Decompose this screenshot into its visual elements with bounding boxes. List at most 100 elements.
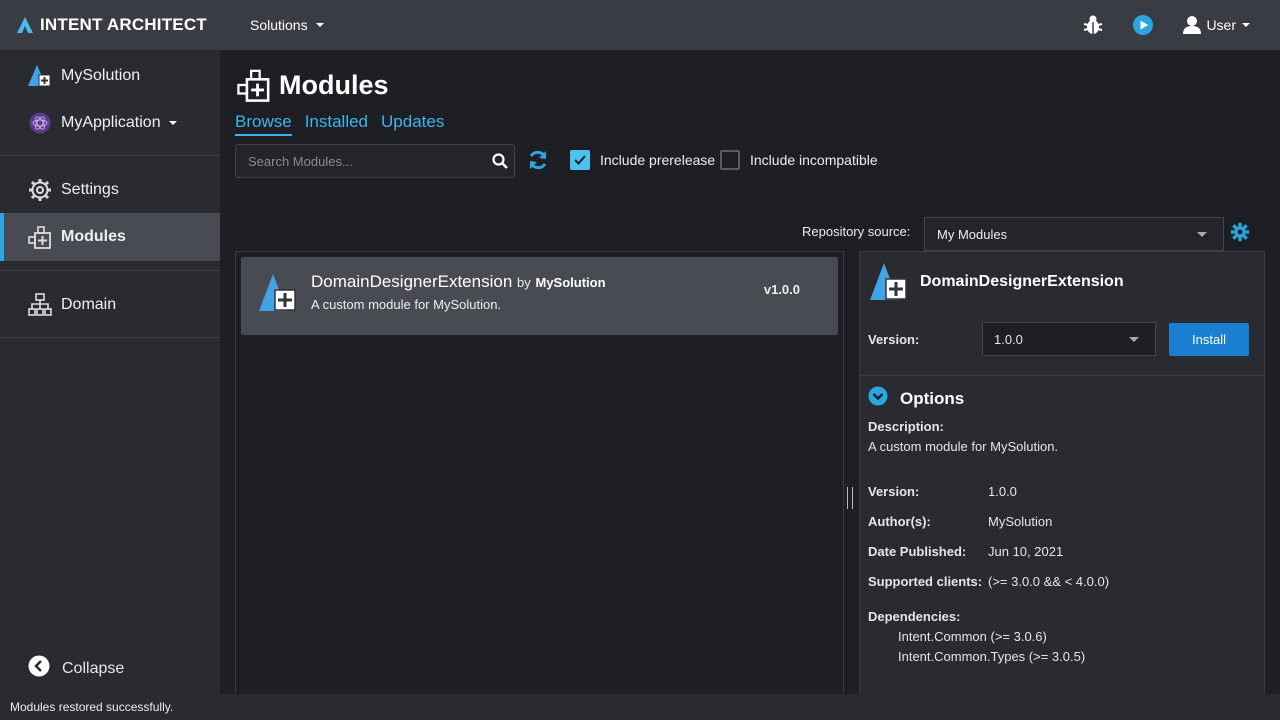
status-bar: Modules restored successfully. <box>0 694 1280 720</box>
modules-icon <box>28 225 52 249</box>
version-label: Version: <box>868 331 920 347</box>
tab-updates[interactable]: Updates <box>381 112 444 136</box>
main-content: Modules Browse Installed Updates Inclu <box>220 50 1280 694</box>
refresh-icon[interactable] <box>527 149 549 174</box>
chevron-down-icon <box>1129 337 1139 342</box>
module-logo-icon <box>259 274 296 311</box>
sidebar-item-domain[interactable]: Domain <box>0 281 220 328</box>
checkbox-box <box>720 150 740 170</box>
sidebar: MySolution MyApplication Settings Module… <box>0 50 220 694</box>
field-label: Version: <box>868 484 920 499</box>
field-label: Author(s): <box>868 514 931 529</box>
sidebar-item-label: Domain <box>61 295 117 313</box>
solutions-menu-label: Solutions <box>250 17 308 33</box>
repository-source-label: Repository source: <box>802 224 911 239</box>
gear-icon <box>28 178 52 202</box>
sidebar-application[interactable]: MyApplication <box>0 101 220 145</box>
field-label: Supported clients: <box>868 574 983 589</box>
check-icon <box>574 155 586 165</box>
chevron-down-icon <box>168 121 177 125</box>
module-list: DomainDesignerExtension by MySolution A … <box>235 251 844 694</box>
intent-logo-icon <box>17 17 33 33</box>
module-logo-icon <box>870 263 907 300</box>
brand-name: INTENT ARCHITECT <box>40 15 207 34</box>
field-date-published: Date Published: Jun 10, 2021 <box>868 544 1063 559</box>
application-icon <box>28 111 52 135</box>
detail-module-name: DomainDesignerExtension <box>920 273 1124 290</box>
detail-header: DomainDesignerExtension <box>868 262 1124 302</box>
include-incompatible-label: Include incompatible <box>750 152 878 168</box>
user-label: User <box>1206 17 1236 33</box>
repository-source-value: My Modules <box>937 226 1008 242</box>
field-supported-clients: Supported clients: (>= 3.0.0 && < 4.0.0) <box>868 574 1109 589</box>
divider <box>0 337 220 338</box>
search-box <box>235 144 515 178</box>
sidebar-item-label: Modules <box>61 228 126 245</box>
version-row: Version: 1.0.0 Install <box>868 322 1258 356</box>
dependencies-label: Dependencies: <box>868 609 961 624</box>
options-label: Options <box>900 388 965 408</box>
chevron-down-icon <box>1197 232 1207 237</box>
module-description: A custom module for MySolution. <box>311 297 502 312</box>
sidebar-solution[interactable]: MySolution <box>0 50 220 101</box>
options-toggle[interactable]: Options <box>868 386 964 411</box>
sidebar-item-settings[interactable]: Settings <box>0 166 220 213</box>
panel-splitter-handle[interactable] <box>847 487 853 509</box>
search-icon[interactable] <box>486 153 514 169</box>
collapse-label: Collapse <box>62 659 125 677</box>
top-bar: INTENT ARCHITECT Solutions User <box>0 0 1280 50</box>
field-value: MySolution <box>988 514 1053 529</box>
search-input[interactable] <box>236 153 486 169</box>
divider <box>860 375 1264 376</box>
chevron-down-icon <box>315 23 324 27</box>
module-version: v1.0.0 <box>763 282 800 297</box>
version-select-value: 1.0.0 <box>994 331 1023 347</box>
repository-settings-gear-icon[interactable] <box>1230 222 1250 245</box>
field-label: Date Published: <box>868 544 967 559</box>
checkbox-box <box>570 150 590 170</box>
collapse-button[interactable]: Collapse <box>28 655 124 682</box>
description-text: A custom module for MySolution. <box>868 439 1059 454</box>
user-icon <box>1183 16 1202 34</box>
chevron-down-icon <box>1242 23 1250 27</box>
repository-source-select[interactable]: My Modules <box>924 217 1224 251</box>
tab-installed[interactable]: Installed <box>305 112 368 136</box>
module-detail-panel: DomainDesignerExtension Version: 1.0.0 I… <box>859 251 1265 694</box>
dependency-item: Intent.Common (>= 3.0.6) <box>898 629 1047 644</box>
user-menu[interactable]: User <box>1182 15 1250 35</box>
field-version: Version: 1.0.0 <box>868 484 1017 499</box>
include-prerelease-label: Include prerelease <box>600 152 716 168</box>
field-value: (>= 3.0.0 && < 4.0.0) <box>988 574 1110 589</box>
version-select[interactable]: 1.0.0 <box>982 322 1156 356</box>
field-value: Jun 10, 2021 <box>988 544 1064 559</box>
module-name: DomainDesignerExtension <box>311 272 513 291</box>
tab-browse[interactable]: Browse <box>235 112 292 136</box>
chevron-circle-down-icon <box>868 386 888 411</box>
module-author: MySolution <box>535 275 606 290</box>
chevron-left-icon <box>28 655 50 682</box>
field-authors: Author(s): MySolution <box>868 514 1052 529</box>
page-title: Modules <box>237 68 389 102</box>
solutions-menu[interactable]: Solutions <box>250 17 324 33</box>
solution-icon <box>28 64 52 88</box>
module-list-item[interactable]: DomainDesignerExtension by MySolution A … <box>241 257 838 335</box>
bug-icon[interactable] <box>1080 12 1106 38</box>
module-by: by <box>517 275 531 290</box>
dependency-item: Intent.Common.Types (>= 3.0.5) <box>898 649 1086 664</box>
include-incompatible-checkbox[interactable]: Include incompatible <box>720 150 878 170</box>
sidebar-item-label: Settings <box>61 180 119 198</box>
application-name: MyApplication <box>61 114 161 131</box>
description-label: Description: <box>868 419 944 434</box>
hierarchy-icon <box>28 292 52 317</box>
module-title: DomainDesignerExtension by MySolution <box>311 272 606 292</box>
tabs: Browse Installed Updates <box>235 112 444 136</box>
play-icon[interactable] <box>1130 12 1156 38</box>
modules-icon <box>237 69 270 102</box>
field-value: 1.0.0 <box>988 484 1017 499</box>
brand[interactable]: INTENT ARCHITECT <box>16 15 250 35</box>
include-prerelease-checkbox[interactable]: Include prerelease <box>570 150 715 170</box>
sidebar-item-modules[interactable]: Modules <box>0 213 220 261</box>
install-button[interactable]: Install <box>1169 322 1249 356</box>
status-message: Modules restored successfully. <box>10 700 174 714</box>
page-title-text: Modules <box>279 69 389 100</box>
